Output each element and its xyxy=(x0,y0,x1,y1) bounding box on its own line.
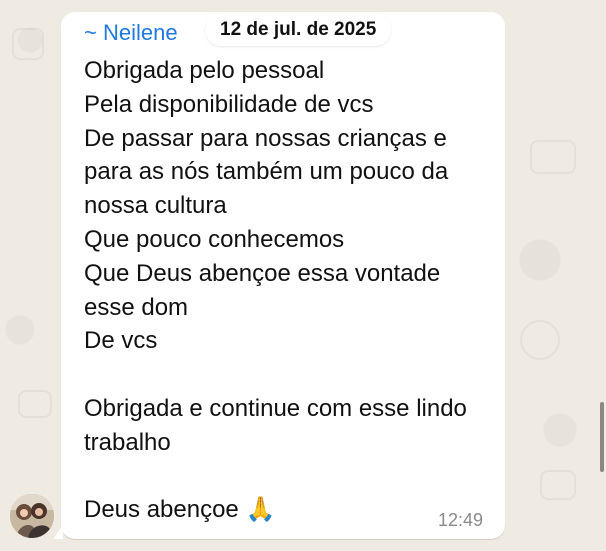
message-text: Obrigada pelo pessoal Pela disponibilida… xyxy=(84,57,467,524)
avatar[interactable] xyxy=(10,494,54,538)
background-doodle xyxy=(520,320,560,360)
message-bubble-tail xyxy=(53,525,63,539)
sender-name[interactable]: ~ Neilene xyxy=(84,20,178,46)
background-doodle xyxy=(530,140,576,174)
date-separator: 12 de jul. de 2025 xyxy=(205,14,392,46)
background-doodle xyxy=(18,390,52,418)
message-timestamp: 12:49 xyxy=(438,510,484,530)
contact-photo-icon xyxy=(10,494,54,538)
background-doodle xyxy=(12,28,44,60)
scrollbar[interactable] xyxy=(600,402,604,472)
background-doodle xyxy=(540,470,576,500)
